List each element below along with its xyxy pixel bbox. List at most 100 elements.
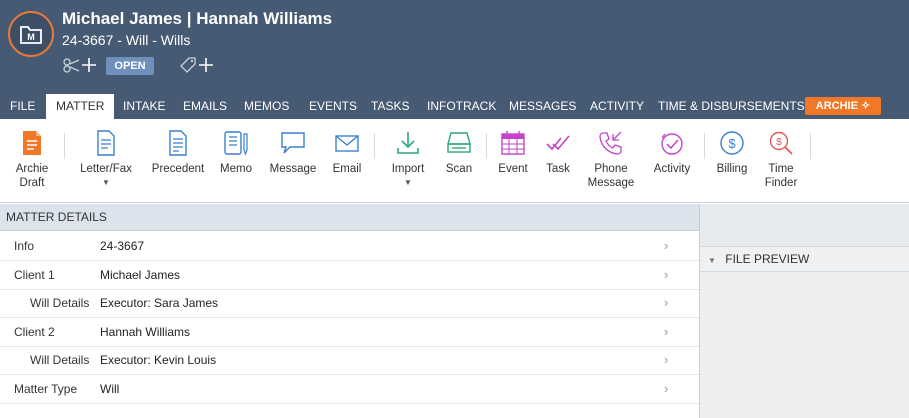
archie-draft-button[interactable]: Archie Draft: [10, 130, 54, 190]
scan-button[interactable]: Scan: [440, 130, 478, 176]
tab-file[interactable]: FILE: [0, 94, 45, 119]
detail-value: Michael James: [100, 268, 181, 282]
detail-row-will-details-1[interactable]: Will Details Executor: Sara James ›: [0, 289, 699, 318]
time-finder-label: Time Finder: [764, 163, 798, 189]
chevron-right-icon[interactable]: ›: [664, 375, 668, 403]
detail-value: Will: [100, 382, 120, 396]
detail-row-will-details-2[interactable]: Will Details Executor: Kevin Louis ›: [0, 346, 699, 375]
collapse-triangle-icon: ▼: [708, 256, 716, 265]
sparkle-icon: ✧: [861, 100, 871, 112]
chevron-right-icon[interactable]: ›: [664, 346, 668, 374]
chevron-down-icon: ▼: [404, 178, 412, 187]
tab-intake[interactable]: INTAKE: [113, 94, 175, 119]
archie-draft-label: Archie Draft: [15, 163, 49, 189]
detail-label: Client 2: [14, 325, 55, 339]
detail-label: Will Details: [30, 296, 90, 310]
tab-messages[interactable]: MESSAGES: [499, 94, 586, 119]
tag-add-icon[interactable]: [178, 56, 214, 74]
detail-row-info[interactable]: Info 24-3667 ›: [0, 232, 699, 261]
svg-text:M: M: [27, 32, 35, 42]
archie-button-label: ARCHIE: [815, 100, 858, 112]
chevron-right-icon[interactable]: ›: [664, 289, 668, 317]
tab-matter[interactable]: MATTER: [46, 94, 115, 119]
message-label: Message: [269, 163, 317, 175]
detail-row-client-2[interactable]: Client 2 Hannah Williams ›: [0, 318, 699, 347]
memo-icon: [216, 130, 256, 160]
phone-message-label: Phone Message: [587, 163, 635, 189]
detail-row-client-1[interactable]: Client 1 Michael James ›: [0, 261, 699, 290]
file-preview-pane: [699, 272, 909, 418]
detail-value: Hannah Williams: [100, 325, 191, 339]
ribbon-separator: [374, 133, 375, 159]
detail-label: Client 1: [14, 268, 55, 282]
letter-fax-label: Letter/Fax: [80, 163, 132, 175]
import-label: Import: [391, 163, 425, 175]
matter-subtitle: 24-3667 - Will - Wills: [62, 32, 191, 48]
chevron-right-icon[interactable]: ›: [664, 232, 668, 260]
billing-button[interactable]: $ Billing: [712, 130, 752, 176]
file-preview-label: FILE PREVIEW: [725, 252, 810, 266]
matter-title: Michael James | Hannah Williams: [62, 9, 333, 28]
scanner-icon: [440, 130, 478, 160]
search-dollar-icon: $: [762, 130, 800, 160]
detail-label: Will Details: [30, 353, 90, 367]
phone-icon: [586, 130, 636, 160]
svg-text:$: $: [728, 136, 736, 151]
time-finder-button[interactable]: $ Time Finder: [762, 130, 800, 190]
status-badge[interactable]: OPEN: [106, 57, 154, 75]
matter-details-heading: MATTER DETAILS: [0, 204, 699, 231]
precedent-label: Precedent: [151, 163, 205, 175]
link-add-icon[interactable]: [62, 56, 98, 74]
download-icon: [386, 130, 430, 160]
import-button[interactable]: Import ▼: [386, 130, 430, 190]
email-button[interactable]: Email: [328, 130, 366, 176]
detail-row-matter-type[interactable]: Matter Type Will ›: [0, 375, 699, 404]
precedent-button[interactable]: Precedent: [150, 130, 206, 176]
detail-value: Executor: Kevin Louis: [100, 353, 217, 367]
tab-time-disbursements[interactable]: TIME & DISBURSEMENTS: [648, 94, 815, 119]
letter-fax-button[interactable]: Letter/Fax ▼: [78, 130, 134, 190]
dollar-icon: $: [712, 130, 752, 160]
matter-logo-icon[interactable]: M: [8, 11, 54, 57]
activity-button[interactable]: Activity: [648, 130, 696, 176]
precedent-icon: [150, 130, 206, 160]
activity-icon: [648, 130, 696, 160]
detail-label: Matter Type: [14, 382, 78, 396]
task-label: Task: [546, 163, 570, 175]
file-preview-header[interactable]: ▼ FILE PREVIEW: [699, 246, 909, 272]
chevron-right-icon[interactable]: ›: [664, 318, 668, 346]
memo-label: Memo: [220, 163, 252, 175]
event-button[interactable]: Event: [494, 130, 532, 176]
memo-button[interactable]: Memo: [216, 130, 256, 176]
right-pane-top: [699, 204, 909, 246]
detail-value: 24-3667: [100, 239, 145, 253]
speech-bubble-icon: [268, 130, 318, 160]
task-button[interactable]: Task: [540, 130, 576, 176]
tab-tasks[interactable]: TASKS: [361, 94, 419, 119]
message-button[interactable]: Message: [268, 130, 318, 176]
email-label: Email: [332, 163, 362, 175]
tab-events[interactable]: EVENTS: [299, 94, 367, 119]
tab-infotrack[interactable]: INFOTRACK: [417, 94, 506, 119]
chevron-right-icon[interactable]: ›: [664, 261, 668, 289]
tab-activity[interactable]: ACTIVITY: [580, 94, 654, 119]
svg-text:$: $: [776, 137, 782, 148]
ribbon-separator: [486, 133, 487, 159]
archie-draft-icon: [10, 130, 54, 160]
phone-message-button[interactable]: Phone Message: [586, 130, 636, 190]
calendar-icon: [494, 130, 532, 160]
scan-label: Scan: [445, 163, 473, 175]
letter-icon: [78, 130, 134, 160]
event-label: Event: [498, 163, 528, 175]
envelope-icon: [328, 130, 366, 160]
archie-button[interactable]: ARCHIE ✧: [805, 97, 881, 115]
task-check-icon: [540, 130, 576, 160]
ribbon-separator: [810, 133, 811, 159]
tab-memos[interactable]: MEMOS: [234, 94, 299, 119]
activity-label: Activity: [653, 163, 691, 175]
detail-label: Info: [14, 239, 35, 253]
tab-emails[interactable]: EMAILS: [173, 94, 237, 119]
ribbon-separator: [704, 133, 705, 159]
billing-label: Billing: [716, 163, 748, 175]
detail-value: Executor: Sara James: [100, 296, 219, 310]
